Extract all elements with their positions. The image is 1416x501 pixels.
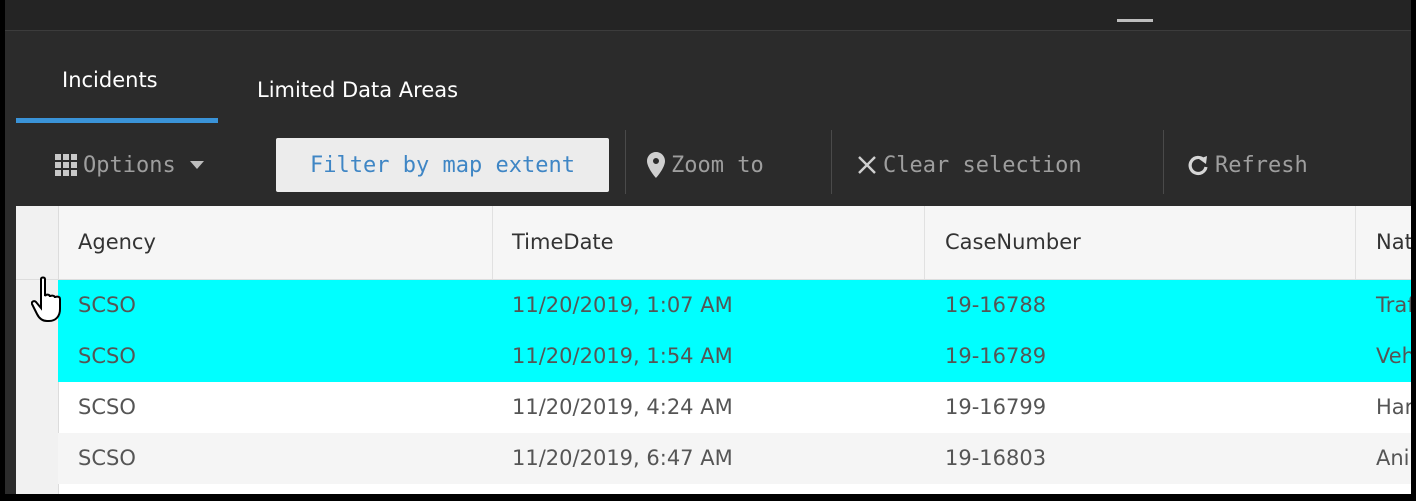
clear-selection-button[interactable]: Clear selection [857, 126, 1082, 204]
cell-casenumber: 19-16789 [945, 344, 1047, 368]
cell-casenumber: 19-16803 [945, 446, 1047, 470]
refresh-icon [1187, 154, 1209, 176]
panel-top-bar [5, 0, 1411, 31]
zoom-to-button[interactable]: Zoom to [647, 126, 764, 204]
toolbar: Options Filter by map extent Zoom to Cle… [5, 126, 1411, 204]
clear-selection-label: Clear selection [883, 152, 1082, 178]
cell-nature: Veh [1376, 344, 1411, 368]
active-tab-indicator [16, 118, 218, 123]
column-divider[interactable] [492, 206, 493, 279]
table-row[interactable]: SCSO 11/20/2019, 6:47 AM 19-16803 Anir [58, 433, 1411, 484]
caret-down-icon [189, 161, 204, 169]
filter-by-map-extent-button[interactable]: Filter by map extent [276, 138, 609, 192]
cell-nature: Anir [1376, 446, 1411, 470]
column-divider[interactable] [1355, 206, 1356, 279]
resize-handle[interactable] [1117, 19, 1153, 22]
column-header-timedate[interactable]: TimeDate [512, 206, 614, 279]
column-header-nature[interactable]: Natu [1376, 206, 1411, 279]
cell-nature: Hara [1376, 395, 1411, 419]
attribute-table-panel: Incidents Limited Data Areas Options Fil… [5, 0, 1411, 494]
cell-timedate: 11/20/2019, 4:24 AM [512, 395, 733, 419]
tab-limited-data-areas[interactable]: Limited Data Areas [257, 78, 458, 102]
cell-timedate: 11/20/2019, 1:07 AM [512, 293, 733, 317]
cell-agency: SCSO [78, 395, 136, 419]
cell-agency: SCSO [78, 344, 136, 368]
select-all-cell[interactable] [16, 206, 59, 279]
cell-nature: Traf [1376, 293, 1411, 317]
column-header-casenumber[interactable]: CaseNumber [945, 206, 1081, 279]
cell-agency: SCSO [78, 446, 136, 470]
toolbar-divider [831, 130, 832, 194]
refresh-label: Refresh [1215, 152, 1308, 178]
refresh-button[interactable]: Refresh [1187, 126, 1308, 204]
cell-agency: SCSO [78, 293, 136, 317]
grid-icon [55, 154, 77, 176]
options-button[interactable]: Options [55, 126, 204, 204]
grid-header: Agency TimeDate CaseNumber Natu [16, 206, 1411, 280]
table-row[interactable]: SCSO 11/20/2019, 1:54 AM 19-16789 Veh [58, 331, 1411, 382]
cell-timedate: 11/20/2019, 6:47 AM [512, 446, 733, 470]
column-divider[interactable] [924, 206, 925, 279]
tab-bar: Incidents Limited Data Areas [5, 31, 1411, 123]
zoom-to-label: Zoom to [671, 152, 764, 178]
data-grid: Agency TimeDate CaseNumber Natu SCSO 11/… [16, 206, 1411, 494]
options-label: Options [83, 152, 176, 178]
cell-casenumber: 19-16799 [945, 395, 1047, 419]
column-header-agency[interactable]: Agency [78, 206, 156, 279]
cell-casenumber: 19-16788 [945, 293, 1047, 317]
close-icon [857, 155, 877, 175]
toolbar-divider [625, 130, 626, 194]
table-row[interactable]: SCSO 11/20/2019, 1:07 AM 19-16788 Traf [58, 280, 1411, 331]
cell-timedate: 11/20/2019, 1:54 AM [512, 344, 733, 368]
tab-incidents[interactable]: Incidents [62, 68, 158, 92]
map-pin-icon [647, 152, 665, 178]
toolbar-divider [1163, 130, 1164, 194]
table-row[interactable]: SCSO 11/20/2019, 4:24 AM 19-16799 Hara [58, 382, 1411, 433]
hand-pointer-icon [31, 276, 61, 322]
